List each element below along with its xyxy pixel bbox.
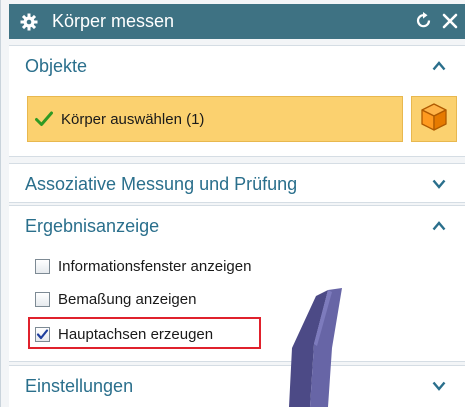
section-settings-header[interactable]: Einstellungen — [9, 366, 465, 406]
dialog-title: Körper messen — [52, 11, 175, 31]
info-window-checkbox[interactable] — [35, 258, 50, 274]
section-objects: Objekte Körper auswählen (1) — [9, 45, 465, 157]
section-associative-header[interactable]: Assoziative Messung und Prüfung — [9, 164, 465, 204]
dimension-checkbox[interactable] — [35, 291, 50, 307]
dialog-titlebar: Körper messen — [9, 4, 465, 39]
3d-body-object — [284, 288, 344, 407]
reset-icon[interactable] — [412, 9, 436, 33]
section-objects-header[interactable]: Objekte — [9, 46, 465, 86]
section-settings-label: Einstellungen — [25, 375, 134, 396]
dimension-option[interactable]: Bemaßung anzeigen — [35, 286, 196, 312]
section-settings: Einstellungen — [9, 365, 465, 407]
chevron-up-icon[interactable] — [428, 55, 450, 77]
dimension-label: Bemaßung anzeigen — [58, 290, 197, 308]
section-objects-label: Objekte — [25, 55, 88, 76]
chevron-down-icon[interactable] — [428, 375, 450, 397]
select-body-label: Körper auswählen (1) — [61, 110, 205, 128]
highlight-box — [28, 317, 261, 349]
section-associative: Assoziative Messung und Prüfung — [9, 163, 465, 203]
close-icon[interactable] — [438, 8, 462, 34]
section-associative-label: Assoziative Messung und Prüfung — [25, 173, 298, 194]
section-results: Ergebnisanzeige Informationsfenster anze… — [9, 205, 465, 362]
chevron-down-icon[interactable] — [428, 173, 450, 195]
chevron-up-icon[interactable] — [428, 215, 450, 237]
info-window-label: Informationsfenster anzeigen — [58, 257, 252, 275]
section-results-header[interactable]: Ergebnisanzeige — [9, 206, 465, 246]
checkmark-icon — [33, 108, 55, 130]
info-window-option[interactable]: Informationsfenster anzeigen — [35, 253, 251, 279]
measure-body-dialog: Körper messen Objekte Körper auswählen (… — [0, 0, 465, 407]
cube-icon — [420, 102, 448, 137]
gear-icon[interactable] — [18, 11, 40, 33]
select-body-button[interactable] — [411, 96, 457, 142]
select-body-row[interactable]: Körper auswählen (1) — [27, 96, 403, 142]
section-results-label: Ergebnisanzeige — [25, 215, 160, 236]
